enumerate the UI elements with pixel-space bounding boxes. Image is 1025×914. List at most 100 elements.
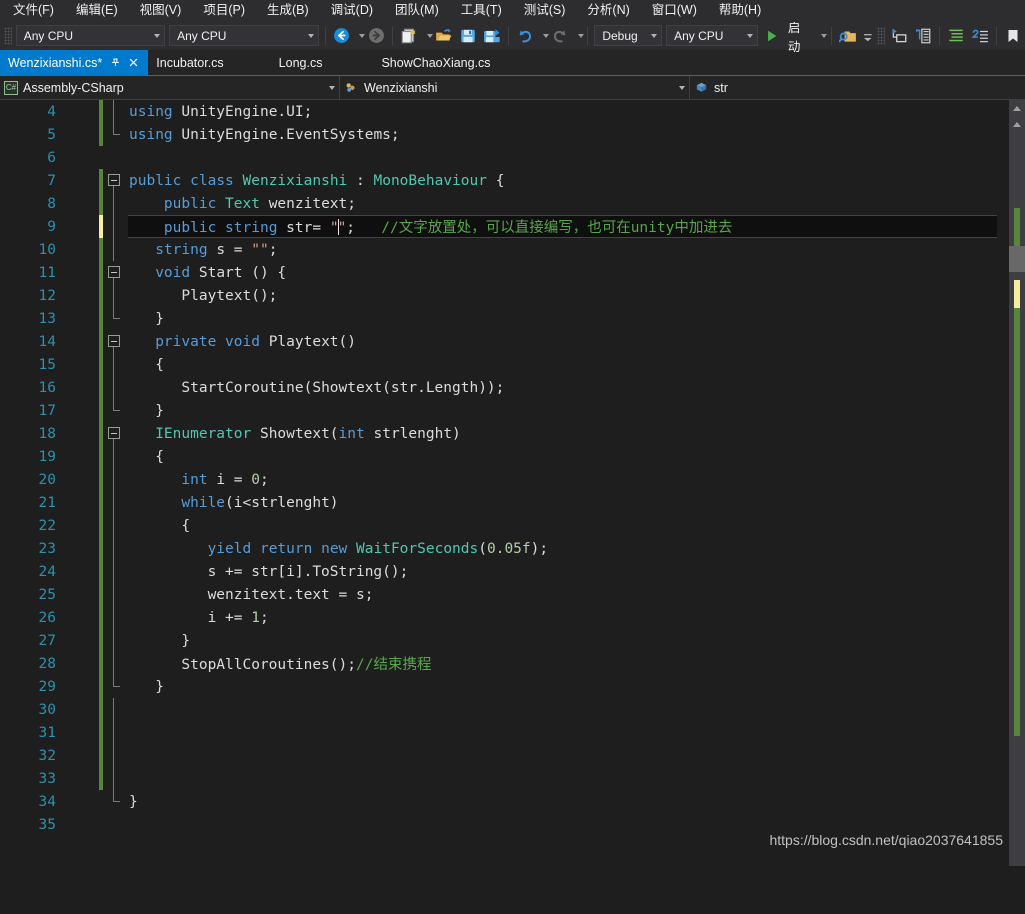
fold-column[interactable] [103,606,125,629]
code-line[interactable]: 19 { [0,445,1009,468]
code-text[interactable]: IEnumerator Showtext(int strlenght) [125,426,461,442]
solution-config-combo[interactable]: Debug [594,25,663,46]
fold-column[interactable] [103,629,125,652]
fold-column[interactable] [103,215,125,238]
toolbar-grip-2[interactable] [877,26,886,45]
redo-button[interactable] [548,24,572,48]
fold-column[interactable] [103,491,125,514]
code-text[interactable]: { [125,357,164,373]
code-text[interactable]: s += str[i].ToString(); [125,564,409,580]
code-text[interactable]: int i = 0; [125,472,268,488]
menu-team[interactable]: 团队(M) [384,0,450,22]
code-text[interactable]: { [125,449,164,465]
fold-column[interactable] [103,813,125,836]
fold-column[interactable] [103,100,125,123]
fold-column[interactable] [103,675,125,698]
menu-test[interactable]: 测试(S) [513,0,577,22]
code-line[interactable]: 21 while(i<strlenght) [0,491,1009,514]
code-text[interactable]: yield return new WaitForSeconds(0.05f); [125,541,549,557]
fold-column[interactable] [103,330,125,353]
code-line[interactable]: 7 public class Wenzixianshi : MonoBehavio… [0,169,1009,192]
code-line[interactable]: 32 [0,744,1009,767]
code-line[interactable]: 33 [0,767,1009,790]
code-text[interactable]: } [125,311,164,327]
code-line[interactable]: 34} [0,790,1009,813]
fold-column[interactable] [103,583,125,606]
code-line[interactable]: 13 } [0,307,1009,330]
toolbar-grip-1[interactable] [4,26,12,45]
code-text[interactable]: } [125,633,190,649]
fold-column[interactable] [103,514,125,537]
code-text[interactable]: public string str= ""; //文字放置处，可以直接编写，也可… [125,216,732,237]
collapse-toggle-icon[interactable] [108,266,120,278]
code-line[interactable]: 18 IEnumerator Showtext(int strlenght) [0,422,1009,445]
scrollbar-thumb[interactable] [1009,246,1025,272]
document-tab[interactable]: Wenzixianshi.cs* [0,50,149,75]
code-line[interactable]: 26 i += 1; [0,606,1009,629]
menu-debug[interactable]: 调试(D) [320,0,384,22]
code-line[interactable]: 8 public Text wenzitext; [0,192,1009,215]
code-text[interactable]: wenzitext.text = s; [125,587,374,603]
fold-column[interactable] [103,652,125,675]
code-text[interactable]: private void Playtext() [125,334,356,350]
new-item-button[interactable] [397,24,421,48]
fold-column[interactable] [103,123,125,146]
start-debug-button[interactable] [760,24,784,48]
fold-column[interactable] [103,468,125,491]
document-tab[interactable]: ShowChaoXiang.cs [373,50,499,75]
fold-column[interactable] [103,422,125,445]
code-text[interactable]: } [125,679,164,695]
fold-column[interactable] [103,238,125,261]
fold-column[interactable] [103,376,125,399]
code-line[interactable]: 31 [0,721,1009,744]
code-line[interactable]: 16 StartCoroutine(Showtext(str.Length)); [0,376,1009,399]
fold-column[interactable] [103,698,125,721]
code-line[interactable]: 12 Playtext(); [0,284,1009,307]
fold-column[interactable] [103,146,125,169]
collapse-toggle-icon[interactable] [108,427,120,439]
fold-column[interactable] [103,537,125,560]
undo-button[interactable] [513,24,537,48]
code-line[interactable]: 27 } [0,629,1009,652]
code-line[interactable]: 30 [0,698,1009,721]
fold-column[interactable] [103,721,125,744]
menu-view[interactable]: 视图(V) [129,0,193,22]
scroll-up-arrow-button[interactable] [1009,100,1025,116]
code-text[interactable]: i += 1; [125,610,269,626]
fold-column[interactable] [103,399,125,422]
code-line[interactable]: 14 private void Playtext() [0,330,1009,353]
fold-column[interactable] [103,767,125,790]
solution-platform-combo[interactable]: Any CPU [666,25,758,46]
code-text[interactable]: while(i<strlenght) [125,495,338,511]
pin-tab-icon[interactable] [110,57,121,68]
fold-column[interactable] [103,307,125,330]
find-in-files-button[interactable] [836,24,860,48]
collapse-toggle-icon[interactable] [108,174,120,186]
code-text[interactable]: Playtext(); [125,288,277,304]
code-text[interactable]: } [125,794,138,810]
code-text[interactable]: using UnityEngine.UI; [125,104,312,120]
code-line[interactable]: 17 } [0,399,1009,422]
document-tab[interactable]: Long.cs [271,50,332,75]
open-file-button[interactable] [432,24,456,48]
bookmark-button[interactable] [1001,24,1025,48]
code-text[interactable]: } [125,403,164,419]
menu-window[interactable]: 窗口(W) [641,0,708,22]
code-text[interactable]: using UnityEngine.EventSystems; [125,127,400,143]
navigate-back-dropdown[interactable] [353,24,365,48]
save-button[interactable] [456,24,480,48]
fold-column[interactable] [103,284,125,307]
navbar-type-combo[interactable]: Wenzixianshi [340,76,690,99]
save-all-button[interactable] [480,24,504,48]
code-text[interactable]: public class Wenzixianshi : MonoBehaviou… [125,173,504,189]
document-tab[interactable]: Incubator.cs [148,50,232,75]
code-line[interactable]: 6 [0,146,1009,169]
fold-column[interactable] [103,169,125,192]
vertical-scrollbar[interactable] [1009,100,1025,866]
code-editor[interactable]: 4 using UnityEngine.UI; 5 using UnityEngine… [0,100,1009,866]
fold-column[interactable] [103,790,125,813]
code-line[interactable]: 11 void Start () { [0,261,1009,284]
fold-column[interactable] [103,744,125,767]
start-debug-dropdown[interactable] [816,24,828,48]
start-debug-label[interactable]: 启动 [784,17,816,55]
